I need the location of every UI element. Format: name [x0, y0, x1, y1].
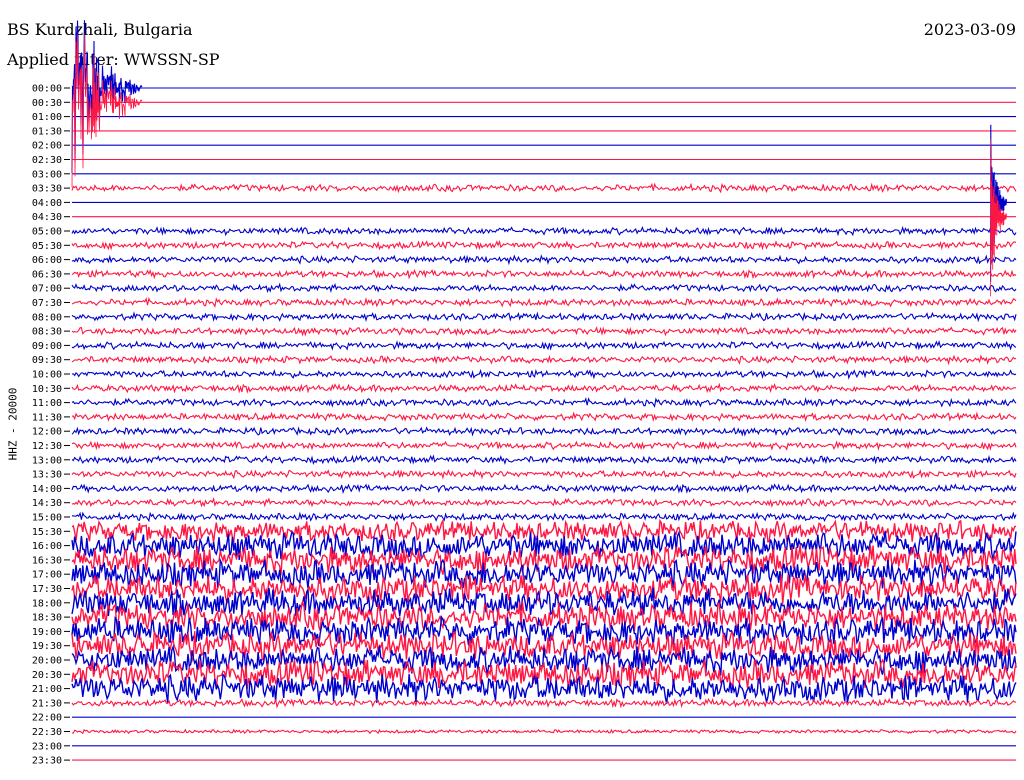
y-tick-label: 10:00 [32, 370, 62, 381]
y-tick-label: 20:30 [32, 670, 62, 681]
trace-12:00 [71, 426, 1017, 437]
seismic-traces [71, 87, 1017, 761]
trace-11:00 [71, 397, 1017, 408]
trace-09:30 [71, 354, 1017, 366]
seismogram-plot: 00:00 00:30 01:00 01:30 02:00 02:30 03:00 03:30… [32, 20, 1017, 767]
trace-11:30 [71, 411, 1017, 423]
y-tick-label: 14:30 [32, 498, 62, 509]
y-tick-label: 08:00 [32, 312, 62, 323]
trace-06:00 [71, 254, 1017, 266]
y-tick-label: 17:00 [32, 570, 62, 581]
y-tick-label: 21:00 [32, 684, 62, 695]
y-tick-label: 18:00 [32, 598, 62, 609]
y-tick-label: 18:30 [32, 613, 62, 624]
trace-22:30 [71, 728, 1017, 735]
y-tick-label: 19:00 [32, 627, 62, 638]
trace-14:00 [71, 483, 1017, 495]
y-tick-label: 16:30 [32, 555, 62, 566]
y-tick-label: 01:00 [32, 112, 62, 123]
trace-13:00 [71, 454, 1017, 466]
y-tick-label: 02:00 [32, 141, 62, 152]
y-tick-label: 03:30 [32, 184, 62, 195]
y-tick-label: 08:30 [32, 327, 62, 338]
y-tick-label: 22:00 [32, 713, 62, 724]
y-tick-label: 04:00 [32, 198, 62, 209]
y-tick-label: 14:00 [32, 484, 62, 495]
y-tick-label: 06:30 [32, 269, 62, 280]
y-tick-label: 23:00 [32, 741, 62, 752]
event-echo-00:00 [71, 34, 143, 188]
trace-03:30 [71, 182, 1017, 194]
y-tick-label: 12:30 [32, 441, 62, 452]
y-tick-label: 15:00 [32, 513, 62, 524]
y-tick-label: 01:30 [32, 126, 62, 137]
y-tick-label: 03:00 [32, 169, 62, 180]
y-tick-label: 05:00 [32, 227, 62, 238]
trace-05:00 [71, 225, 1017, 237]
y-tick-label: 05:30 [32, 241, 62, 252]
trace-10:00 [71, 368, 1017, 380]
y-tick-label: 16:00 [32, 541, 62, 552]
y-tick-label: 00:00 [32, 84, 62, 95]
seismic-events [71, 20, 1008, 297]
trace-15:00 [71, 511, 1017, 523]
trace-21:30 [71, 697, 1016, 709]
y-tick-label: 23:30 [32, 756, 62, 767]
trace-08:30 [71, 326, 1017, 337]
y-tick-label: 15:30 [32, 527, 62, 538]
y-tick-label: 12:00 [32, 427, 62, 438]
time-ticks: 00:00 00:30 01:00 01:30 02:00 02:30 03:00 03:30… [32, 84, 70, 767]
y-tick-label: 11:00 [32, 398, 62, 409]
y-tick-label: 22:30 [32, 727, 62, 738]
y-tick-label: 19:30 [32, 641, 62, 652]
y-tick-label: 21:30 [32, 698, 62, 709]
trace-14:30 [71, 496, 1017, 508]
y-tick-label: 00:30 [32, 98, 62, 109]
trace-09:00 [71, 339, 1017, 351]
y-tick-label: 11:30 [32, 412, 62, 423]
y-tick-label: 04:30 [32, 212, 62, 223]
y-tick-label: 07:30 [32, 298, 62, 309]
y-tick-label: 09:00 [32, 341, 62, 352]
trace-05:30 [71, 239, 1017, 251]
trace-08:00 [71, 311, 1017, 323]
trace-07:00 [71, 282, 1017, 294]
trace-12:30 [71, 440, 1017, 451]
trace-10:30 [71, 382, 1017, 394]
y-tick-label: 07:00 [32, 284, 62, 295]
y-tick-label: 13:00 [32, 455, 62, 466]
y-tick-label: 20:00 [32, 656, 62, 667]
y-tick-label: 13:30 [32, 470, 62, 481]
y-tick-label: 09:30 [32, 355, 62, 366]
y-tick-label: 06:00 [32, 255, 62, 266]
y-tick-label: 02:30 [32, 155, 62, 166]
trace-13:30 [71, 468, 1017, 480]
trace-06:30 [71, 268, 1017, 280]
trace-21:00 [71, 673, 1017, 704]
y-tick-label: 10:30 [32, 384, 62, 395]
trace-07:30 [71, 296, 1017, 308]
y-tick-label: 17:30 [32, 584, 62, 595]
